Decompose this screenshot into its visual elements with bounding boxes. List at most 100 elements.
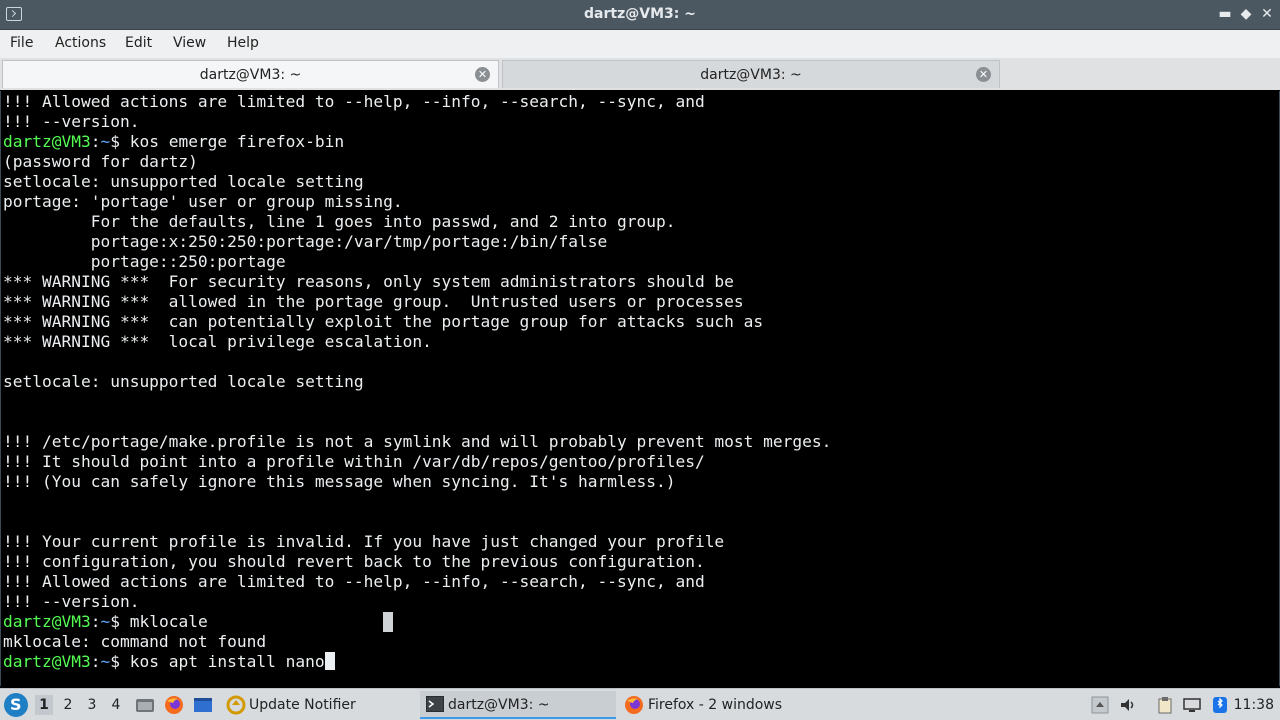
prompt-separator: : bbox=[90, 652, 101, 671]
output-text: portage: 'portage' user or group missing… bbox=[3, 192, 403, 211]
taskbar: 1 2 3 4 Update Notifier dartz@VM3: ~ Fir… bbox=[0, 688, 1280, 720]
output-text: *** WARNING *** allowed in the portage g… bbox=[3, 292, 744, 311]
task-label: Update Notifier bbox=[249, 697, 356, 713]
terminal-output-line: !!! --version. bbox=[3, 112, 139, 132]
terminal-output-line: !!! (You can safely ignore this message … bbox=[3, 472, 675, 492]
volume-icon[interactable] bbox=[1119, 696, 1137, 714]
terminal-output-line: portage: 'portage' user or group missing… bbox=[3, 192, 403, 212]
prompt-path: ~ bbox=[100, 652, 111, 671]
output-text: portage:x:250:250:portage:/var/tmp/porta… bbox=[3, 232, 608, 251]
output-text: *** WARNING *** local privilege escalati… bbox=[3, 332, 432, 351]
tab-terminal-1[interactable]: dartz@VM3: ~ ✕ bbox=[2, 60, 499, 88]
output-text: !!! It should point into a profile withi… bbox=[3, 452, 705, 471]
mouse-ibeam-cursor bbox=[383, 612, 393, 632]
output-text: mklocale: command not found bbox=[3, 632, 267, 651]
clock[interactable]: 11:38 bbox=[1234, 697, 1274, 713]
menu-file[interactable]: File bbox=[10, 35, 33, 51]
output-text: For the defaults, line 1 goes into passw… bbox=[3, 212, 676, 231]
task-label: dartz@VM3: ~ bbox=[448, 697, 550, 713]
terminal-command-line: dartz@VM3:~$ kos emerge firefox-bin bbox=[3, 132, 344, 152]
terminal-output-line: !!! configuration, you should revert bac… bbox=[3, 552, 705, 572]
terminal-output-line: setlocale: unsupported locale setting bbox=[3, 172, 364, 192]
desktop-2-button[interactable]: 2 bbox=[59, 695, 77, 715]
prompt-user: dartz@VM3 bbox=[3, 612, 91, 631]
bluetooth-icon[interactable] bbox=[1211, 696, 1229, 714]
terminal-output-line: *** WARNING *** allowed in the portage g… bbox=[3, 292, 744, 312]
menu-view[interactable]: View bbox=[173, 35, 206, 51]
desktop-3-button[interactable]: 3 bbox=[83, 695, 101, 715]
desktop-1-button[interactable]: 1 bbox=[35, 695, 53, 715]
start-menu-icon[interactable] bbox=[4, 693, 28, 717]
close-icon[interactable]: ✕ bbox=[1258, 5, 1276, 23]
terminal-output-line: !!! --version. bbox=[3, 592, 139, 612]
tab-close-icon[interactable]: ✕ bbox=[976, 67, 991, 82]
prompt-separator: : bbox=[90, 612, 101, 631]
output-text: setlocale: unsupported locale setting bbox=[3, 172, 364, 191]
terminal-output-line: *** WARNING *** can potentially exploit … bbox=[3, 312, 763, 332]
terminal-output-line: portage:x:250:250:portage:/var/tmp/porta… bbox=[3, 232, 608, 252]
task-update-notifier[interactable]: Update Notifier bbox=[222, 691, 418, 719]
tab-terminal-2[interactable]: dartz@VM3: ~ ✕ bbox=[502, 60, 1000, 88]
tab-label: dartz@VM3: ~ bbox=[199, 67, 302, 83]
network-icon[interactable] bbox=[1183, 696, 1201, 714]
menu-help[interactable]: Help bbox=[227, 35, 259, 51]
terminal-output-line: !!! Allowed actions are limited to --hel… bbox=[3, 572, 705, 592]
desktop-icon[interactable] bbox=[193, 695, 213, 715]
terminal-icon bbox=[426, 696, 444, 712]
task-firefox[interactable]: Firefox - 2 windows bbox=[620, 691, 820, 719]
firefox-icon bbox=[625, 696, 643, 714]
output-text: !!! (You can safely ignore this message … bbox=[3, 472, 676, 491]
prompt-user: dartz@VM3 bbox=[3, 652, 91, 671]
terminal-output-line: !!! Your current profile is invalid. If … bbox=[3, 532, 724, 552]
window-titlebar[interactable]: dartz@VM3: ~ ▬ ◆ ✕ bbox=[0, 0, 1280, 30]
command-text: kos emerge firefox-bin bbox=[129, 132, 345, 151]
file-manager-icon[interactable] bbox=[135, 695, 155, 715]
menu-bar: File Actions Edit View Help bbox=[0, 30, 1280, 58]
tray-up-arrow-icon[interactable] bbox=[1091, 696, 1109, 714]
menu-actions[interactable]: Actions bbox=[55, 35, 106, 51]
text-cursor bbox=[324, 652, 335, 670]
terminal-output-line: For the defaults, line 1 goes into passw… bbox=[3, 212, 676, 232]
output-text: *** WARNING *** For security reasons, on… bbox=[3, 272, 734, 291]
output-text: portage::250:portage bbox=[3, 252, 286, 271]
output-text: (password for dartz) bbox=[3, 152, 198, 171]
terminal-output-line: (password for dartz) bbox=[3, 152, 198, 172]
update-notifier-icon bbox=[226, 695, 246, 715]
terminal-output-line: !!! Allowed actions are limited to --hel… bbox=[3, 92, 705, 112]
terminal-output-line: !!! It should point into a profile withi… bbox=[3, 452, 705, 472]
tab-label: dartz@VM3: ~ bbox=[700, 67, 802, 83]
maximize-icon[interactable]: ◆ bbox=[1237, 5, 1255, 23]
output-text: !!! configuration, you should revert bac… bbox=[3, 552, 705, 571]
task-terminal[interactable]: dartz@VM3: ~ bbox=[420, 691, 616, 719]
output-text: !!! --version. bbox=[3, 112, 140, 131]
task-label: Firefox - 2 windows bbox=[648, 697, 783, 713]
output-text: !!! Allowed actions are limited to --hel… bbox=[3, 572, 705, 591]
window-title: dartz@VM3: ~ bbox=[584, 6, 696, 22]
minimize-icon[interactable]: ▬ bbox=[1216, 5, 1234, 23]
terminal-output-line: setlocale: unsupported locale setting bbox=[3, 372, 364, 392]
tab-bar: dartz@VM3: ~ ✕ dartz@VM3: ~ ✕ bbox=[0, 58, 1280, 90]
desktop-4-button[interactable]: 4 bbox=[107, 695, 125, 715]
prompt-path: ~ bbox=[100, 612, 111, 631]
prompt-path: ~ bbox=[100, 132, 111, 151]
prompt-separator: : bbox=[90, 132, 101, 151]
prompt-symbol: $ bbox=[110, 652, 130, 671]
clipboard-icon[interactable] bbox=[1156, 696, 1174, 714]
terminal-output-line: portage::250:portage bbox=[3, 252, 286, 272]
terminal-output-line: *** WARNING *** For security reasons, on… bbox=[3, 272, 734, 292]
output-text: !!! Allowed actions are limited to --hel… bbox=[3, 92, 705, 111]
prompt-symbol: $ bbox=[110, 612, 130, 631]
prompt-user: dartz@VM3 bbox=[3, 132, 91, 151]
output-text: setlocale: unsupported locale setting bbox=[3, 372, 364, 391]
command-text: mklocale bbox=[129, 612, 208, 631]
terminal-output[interactable]: !!! Allowed actions are limited to --hel… bbox=[0, 91, 1280, 686]
output-text: !!! --version. bbox=[3, 592, 140, 611]
menu-edit[interactable]: Edit bbox=[125, 35, 152, 51]
tab-close-icon[interactable]: ✕ bbox=[475, 67, 490, 82]
terminal-output-line: !!! /etc/portage/make.profile is not a s… bbox=[3, 432, 831, 452]
output-text: !!! /etc/portage/make.profile is not a s… bbox=[3, 432, 832, 451]
firefox-icon[interactable] bbox=[164, 695, 184, 715]
output-text: !!! Your current profile is invalid. If … bbox=[3, 532, 725, 551]
output-text: *** WARNING *** can potentially exploit … bbox=[3, 312, 764, 331]
prompt-symbol: $ bbox=[110, 132, 130, 151]
